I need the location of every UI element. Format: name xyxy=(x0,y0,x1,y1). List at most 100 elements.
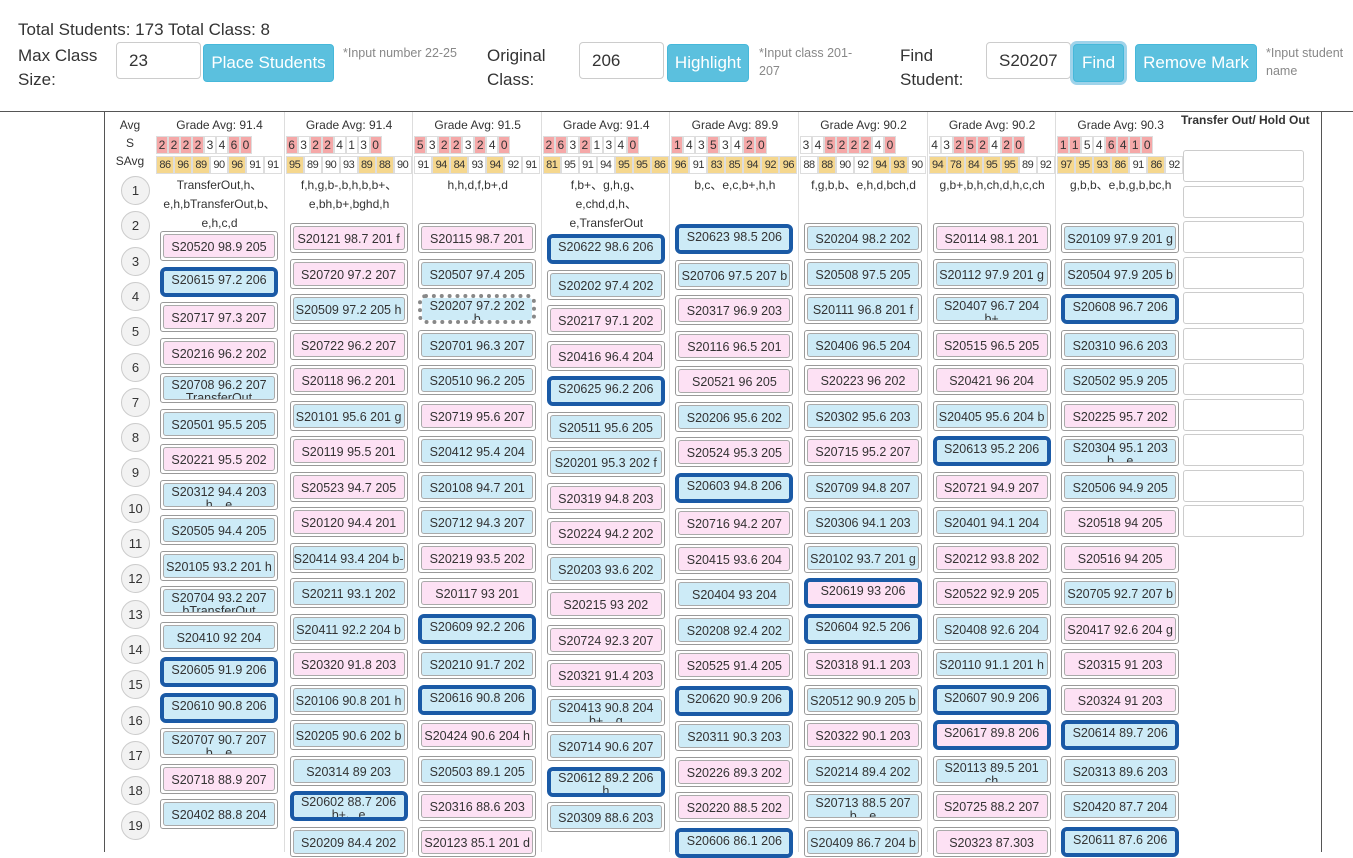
student-card[interactable]: S20414 93.4 204 b- xyxy=(289,542,408,573)
student-card[interactable]: S20202 97.4 202 xyxy=(546,269,665,300)
student-card[interactable]: S20205 90.6 202 b xyxy=(289,720,408,750)
student-card[interactable]: S20203 93.6 202 xyxy=(546,553,665,584)
student-card[interactable]: S20722 96.2 207 xyxy=(289,329,408,360)
student-card[interactable]: S20411 92.2 204 b xyxy=(289,613,408,644)
student-card[interactable]: S20509 97.2 205 h xyxy=(289,294,408,324)
student-card[interactable]: S20302 95.6 203 xyxy=(804,400,922,431)
student-card[interactable]: S20324 91 203 xyxy=(1061,684,1180,715)
student-card[interactable]: S20725 88.2 207 xyxy=(932,791,1051,821)
transfer-out-slot[interactable] xyxy=(1183,434,1304,466)
student-card[interactable]: S20714 90.6 207 xyxy=(546,731,665,761)
student-card[interactable]: S20208 92.4 202 xyxy=(675,614,794,645)
student-card[interactable]: S20214 89.4 202 xyxy=(804,755,922,786)
student-card[interactable]: S20408 92.6 204 xyxy=(932,613,1051,644)
student-card[interactable]: S20321 91.4 203 xyxy=(546,660,665,690)
student-card[interactable]: S20112 97.9 201 g xyxy=(932,258,1051,289)
student-card[interactable]: S20615 97.2 206 xyxy=(160,266,278,297)
student-card[interactable]: S20401 94.1 204 xyxy=(932,507,1051,537)
student-card[interactable]: S20518 94 205 xyxy=(1061,507,1180,537)
student-card[interactable]: S20724 92.3 207 xyxy=(546,624,665,655)
student-card[interactable]: S20111 96.8 201 f xyxy=(804,294,922,324)
student-card[interactable]: S20406 96.5 204 xyxy=(804,329,922,360)
student-card[interactable]: S20108 94.7 201 xyxy=(418,471,537,502)
student-card[interactable]: S20415 93.6 204 xyxy=(675,543,794,574)
student-card[interactable]: S20706 97.5 207 b xyxy=(675,259,794,290)
transfer-out-slot[interactable] xyxy=(1183,469,1304,502)
student-card[interactable]: S20223 96 202 xyxy=(804,365,922,395)
transfer-out-slot[interactable] xyxy=(1183,221,1304,253)
transfer-out-slot[interactable] xyxy=(1183,398,1304,431)
student-card[interactable]: S20712 94.3 207 xyxy=(418,507,537,537)
remove-mark-button[interactable]: Remove Mark xyxy=(1135,44,1257,82)
student-card[interactable]: S20620 90.9 206 xyxy=(675,685,794,716)
transfer-out-slot[interactable] xyxy=(1183,292,1304,324)
student-card[interactable]: S20322 90.1 203 xyxy=(804,720,922,750)
student-card[interactable]: S20304 95.1 203 b、e xyxy=(1061,436,1180,466)
transfer-out-slot[interactable] xyxy=(1183,185,1304,218)
student-card[interactable]: S20614 89.7 206 xyxy=(1061,720,1180,750)
student-card[interactable]: S20719 95.6 207 xyxy=(418,400,537,431)
student-card[interactable]: S20118 96.2 201 xyxy=(289,365,408,395)
student-card[interactable]: S20525 91.4 205 xyxy=(675,650,794,680)
student-card[interactable]: S20215 93 202 xyxy=(546,589,665,619)
student-card[interactable]: S20417 92.6 204 g xyxy=(1061,613,1180,644)
student-card[interactable]: S20616 90.8 206 xyxy=(418,684,537,715)
student-card[interactable]: S20224 94.2 202 xyxy=(546,518,665,548)
student-card[interactable]: S20511 95.6 205 xyxy=(546,411,665,442)
student-card[interactable]: S20421 96 204 xyxy=(932,365,1051,395)
student-card[interactable]: S20207 97.2 202 b xyxy=(418,294,537,324)
student-card[interactable]: S20524 95.3 205 xyxy=(675,437,794,467)
student-card[interactable]: S20709 94.8 207 xyxy=(804,471,922,502)
student-card[interactable]: S20405 95.6 204 b xyxy=(932,400,1051,431)
student-card[interactable]: S20721 94.9 207 xyxy=(932,471,1051,502)
student-card[interactable]: S20522 92.9 205 xyxy=(932,578,1051,608)
student-card[interactable]: S20605 91.9 206 xyxy=(160,657,278,687)
student-card[interactable]: S20718 88.9 207 xyxy=(160,763,278,794)
student-card[interactable]: S20505 94.4 205 xyxy=(160,515,278,545)
student-card[interactable]: S20407 96.7 204 b+ xyxy=(932,294,1051,324)
student-card[interactable]: S20212 93.8 202 xyxy=(932,542,1051,573)
student-card[interactable]: S20613 95.2 206 xyxy=(932,436,1051,466)
student-card[interactable]: S20323 87.303 xyxy=(932,826,1051,857)
student-card[interactable]: S20501 95.5 205 xyxy=(160,408,278,439)
student-card[interactable]: S20314 89 203 xyxy=(289,755,408,786)
student-card[interactable]: S20225 95.7 202 xyxy=(1061,400,1180,431)
max-class-size-input[interactable] xyxy=(116,42,201,79)
student-card[interactable]: S20717 97.3 207 xyxy=(160,302,278,332)
student-card[interactable]: S20612 89.2 206 h xyxy=(546,766,665,797)
student-card[interactable]: S20101 95.6 201 g xyxy=(289,400,408,431)
student-card[interactable]: S20606 86.1 206 xyxy=(675,827,794,858)
student-card[interactable]: S20608 96.7 206 xyxy=(1061,294,1180,324)
student-card[interactable]: S20306 94.1 203 xyxy=(804,507,922,537)
student-card[interactable]: S20106 90.8 201 h xyxy=(289,684,408,715)
student-card[interactable]: S20619 93 206 xyxy=(804,578,922,608)
student-card[interactable]: S20603 94.8 206 xyxy=(675,472,794,503)
student-card[interactable]: S20720 97.2 207 xyxy=(289,258,408,289)
student-card[interactable]: S20504 97.9 205 b xyxy=(1061,258,1180,289)
student-card[interactable]: S20113 89.5 201 ch xyxy=(932,755,1051,786)
student-card[interactable]: S20521 96 205 xyxy=(675,366,794,396)
student-card[interactable]: S20115 98.7 201 xyxy=(418,223,537,253)
student-card[interactable]: S20716 94.2 207 xyxy=(675,508,794,538)
student-card[interactable]: S20609 92.2 206 xyxy=(418,613,537,644)
student-card[interactable]: S20317 96.9 203 xyxy=(675,295,794,325)
student-card[interactable]: S20507 97.4 205 xyxy=(418,258,537,289)
transfer-out-slot[interactable] xyxy=(1183,505,1304,537)
student-card[interactable]: S20221 95.5 202 xyxy=(160,444,278,474)
student-card[interactable]: S20617 89.8 206 xyxy=(932,720,1051,750)
original-class-input[interactable] xyxy=(579,42,664,79)
student-card[interactable]: S20410 92 204 xyxy=(160,621,278,652)
student-card[interactable]: S20622 98.6 206 xyxy=(546,234,665,264)
student-card[interactable]: S20610 90.8 206 xyxy=(160,692,278,723)
student-card[interactable]: S20420 87.7 204 xyxy=(1061,791,1180,821)
student-card[interactable]: S20713 88.5 207 b、e xyxy=(804,791,922,821)
student-card[interactable]: S20313 89.6 203 xyxy=(1061,755,1180,786)
student-card[interactable]: S20602 88.7 206 b+、e xyxy=(289,791,408,821)
student-card[interactable]: S20216 96.2 202 xyxy=(160,337,278,368)
student-card[interactable]: S20705 92.7 207 b xyxy=(1061,578,1180,608)
student-card[interactable]: S20320 91.8 203 xyxy=(289,649,408,679)
student-card[interactable]: S20512 90.9 205 b xyxy=(804,684,922,715)
student-card[interactable]: S20413 90.8 204 b+、g xyxy=(546,695,665,726)
student-card[interactable]: S20312 94.4 203 h、e xyxy=(160,479,278,510)
student-card[interactable]: S20707 90.7 207 b、e xyxy=(160,728,278,758)
